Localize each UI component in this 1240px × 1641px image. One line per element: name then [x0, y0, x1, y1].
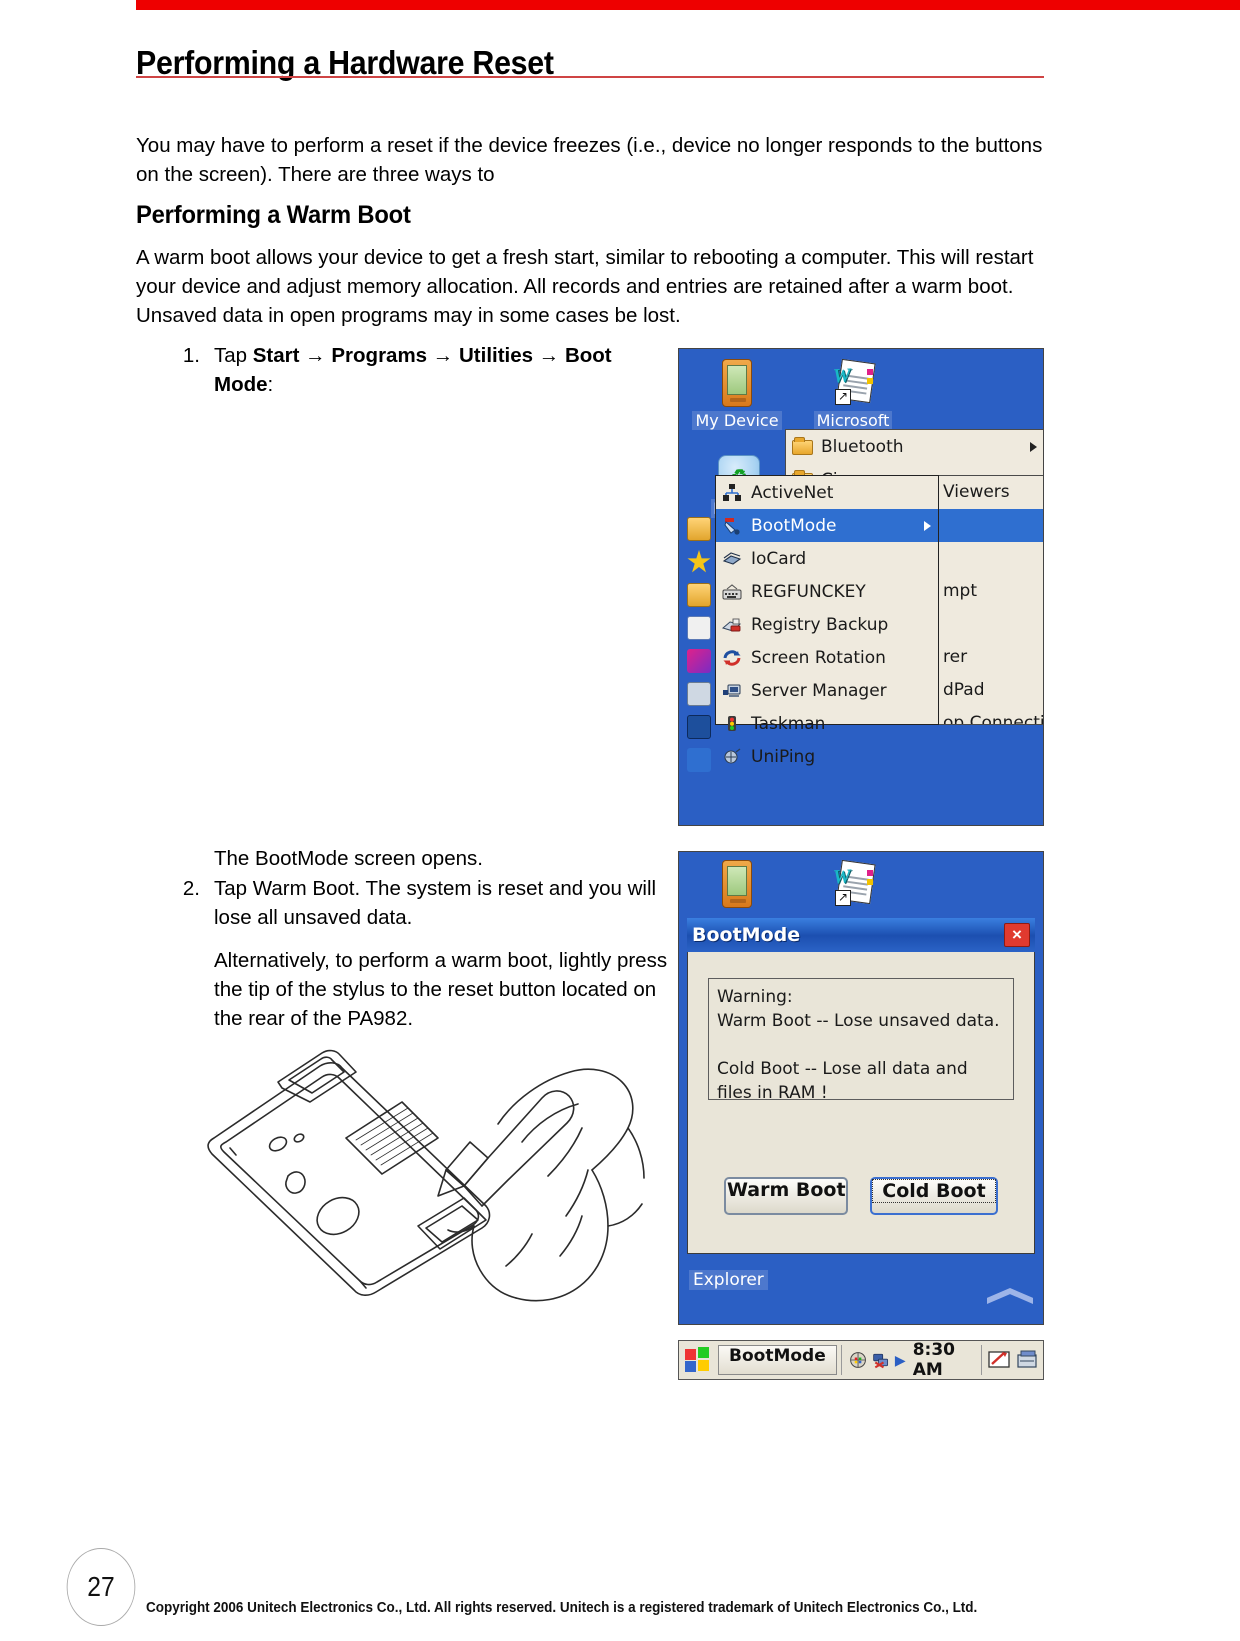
menu-item-screen-rotation[interactable]: Screen Rotation	[716, 641, 938, 674]
menu-item-registry-backup[interactable]: Registry Backup	[716, 608, 938, 641]
activenet-icon	[722, 483, 744, 503]
menu-item-label: Server Manager	[751, 680, 887, 701]
taskbar-tray: ▶ 8:30 AM	[840, 1340, 977, 1380]
screenshot-start-menu: My Device W ↗ Microsoft ♻ Recycl	[678, 348, 1044, 826]
desktop-label-explorer: Explorer	[689, 1270, 768, 1290]
desktop-icon-microsoft[interactable]: W ↗	[807, 858, 899, 912]
windows-start-icon[interactable]	[682, 1345, 714, 1375]
taskbar-input-panel-area	[981, 1345, 1040, 1375]
document-icon	[687, 616, 711, 640]
word-document-shortcut-icon: W ↗	[807, 858, 899, 912]
bootmode-dialog-body: Warning: Warm Boot -- Lose unsaved data.…	[687, 952, 1035, 1254]
step-1-number: 1.	[182, 344, 200, 367]
section-heading: Performing a Warm Boot	[136, 200, 411, 229]
warm-boot-button[interactable]: Warm Boot	[724, 1177, 849, 1215]
note-after-step-1: The BootMode screen opens.	[214, 847, 483, 870]
settings-icon	[687, 682, 711, 706]
submenu-arrow-icon	[1030, 441, 1037, 452]
connection-disconnected-icon[interactable]	[872, 1349, 890, 1371]
menu-item-uniping[interactable]: UniPing	[716, 740, 938, 773]
uniping-icon	[722, 747, 744, 767]
menu-item-label: Registry Backup	[751, 614, 889, 635]
network-icon[interactable]	[849, 1349, 867, 1371]
bootmode-button-row: Warm Boot Cold Boot	[688, 1177, 1034, 1215]
taskbar-clock[interactable]: 8:30 AM	[913, 1340, 977, 1380]
screenshot-bootmode-dialog: W ↗ BootMode × Warning: Warm Boot -- Los…	[678, 851, 1044, 1325]
window-title: BootMode	[692, 924, 801, 946]
background-menu-column: Viewers mpt rer dPad op Connection orer	[939, 475, 1043, 725]
folder-icon	[792, 436, 814, 457]
step-1-text: Tap Start → Programs → Utilities → Boot M…	[214, 344, 612, 396]
menu-item-label: REGFUNCKEY	[751, 581, 866, 602]
folder-icon	[687, 517, 711, 541]
menu-item-bootmode[interactable]: BootMode	[716, 509, 938, 542]
menu-item-label: Screen Rotation	[751, 647, 886, 668]
menu-item-taskman[interactable]: Taskman	[716, 707, 938, 740]
menu-item-iocard[interactable]: IoCard	[716, 542, 938, 575]
pda-device-icon	[691, 357, 783, 411]
pda-desktop: My Device W ↗ Microsoft ♻ Recycl	[679, 349, 1043, 825]
office-icon	[687, 715, 711, 739]
menu-item-server-manager[interactable]: Server Manager	[716, 674, 938, 707]
background-menu-item	[939, 509, 1043, 542]
folder-icon	[687, 583, 711, 607]
desktop-icon-my-device[interactable]: My Device	[691, 357, 783, 431]
menu-item-activenet[interactable]: ActiveNet	[716, 476, 938, 509]
desktop-icon-microsoft[interactable]: W ↗ Microsoft	[807, 357, 899, 431]
menu-item-regfunckey[interactable]: REGFUNCKEY	[716, 575, 938, 608]
warning-text: Warning: Warm Boot -- Lose unsaved data.…	[708, 978, 1014, 1103]
close-icon[interactable]: ×	[1004, 923, 1030, 947]
chevron-up-icon	[983, 1274, 1037, 1320]
pda-taskbar: BootMode ▶ 8:30 AM	[678, 1340, 1044, 1380]
intro-paragraph: You may have to perform a reset if the d…	[136, 133, 1043, 186]
app-icon	[687, 748, 711, 772]
page-number: 27	[66, 1548, 136, 1626]
background-menu-item: op Connection	[943, 713, 1043, 725]
bootmode-window-titlebar: BootMode ×	[687, 918, 1035, 952]
desktop-icon-column	[687, 517, 717, 781]
sip-keyboard-icon[interactable]	[988, 1349, 1012, 1371]
desktop-icon-label: Microsoft	[813, 411, 893, 430]
word-document-shortcut-icon: W ↗	[807, 357, 899, 411]
play-arrow-icon: ▶	[894, 1351, 906, 1368]
menu-item-label: Bluetooth	[821, 436, 904, 457]
header-red-bar	[136, 0, 1240, 10]
background-menu-item	[939, 542, 1043, 575]
step-2-text: Tap Warm Boot. The system is reset and y…	[214, 877, 657, 929]
input-panel-icon[interactable]	[1016, 1349, 1040, 1371]
pda-device-icon	[691, 858, 783, 912]
menu-item-bluetooth[interactable]: Bluetooth	[786, 430, 1043, 463]
copyright-notice: Copyright 2006 Unitech Electronics Co., …	[146, 1600, 978, 1616]
background-menu-item: mpt	[943, 581, 978, 601]
section-body-paragraph: A warm boot allows your device to get a …	[136, 245, 1034, 327]
cold-boot-button[interactable]: Cold Boot	[870, 1177, 998, 1215]
utilities-menu: ActiveNet BootMode IoCard REGFUNCKEY Reg…	[715, 475, 939, 767]
bootmode-icon	[722, 516, 744, 536]
title-underline-rule	[136, 76, 1044, 78]
background-menu-item: Viewers	[943, 482, 1010, 502]
menu-item-label: ActiveNet	[751, 482, 834, 503]
step-2-number: 2.	[182, 877, 200, 900]
background-menu-item: rer	[943, 647, 968, 667]
iocard-icon	[722, 549, 744, 569]
menu-item-label: IoCard	[751, 548, 807, 569]
favorites-star-icon	[687, 550, 711, 573]
registry-backup-icon	[721, 615, 744, 635]
background-menu-item	[939, 608, 1043, 641]
menu-item-label: Taskman	[751, 713, 826, 734]
keyboard-icon	[722, 582, 744, 602]
menu-item-label: UniPing	[751, 746, 816, 767]
traffic-light-icon	[722, 714, 744, 734]
pda-reset-button-illustration	[207, 1049, 645, 1302]
screen-rotation-icon	[722, 648, 744, 668]
menu-item-label: BootMode	[751, 515, 837, 536]
taskbar-button-bootmode[interactable]: BootMode	[718, 1345, 837, 1375]
server-manager-icon	[722, 681, 744, 701]
submenu-arrow-icon	[924, 520, 931, 531]
background-menu-item: dPad	[943, 680, 985, 700]
desktop-icon-my-device[interactable]	[691, 858, 783, 912]
pda-desktop: W ↗ BootMode × Warning: Warm Boot -- Los…	[679, 852, 1043, 1324]
desktop-icon-label: My Device	[692, 411, 782, 430]
media-icon	[687, 649, 711, 673]
